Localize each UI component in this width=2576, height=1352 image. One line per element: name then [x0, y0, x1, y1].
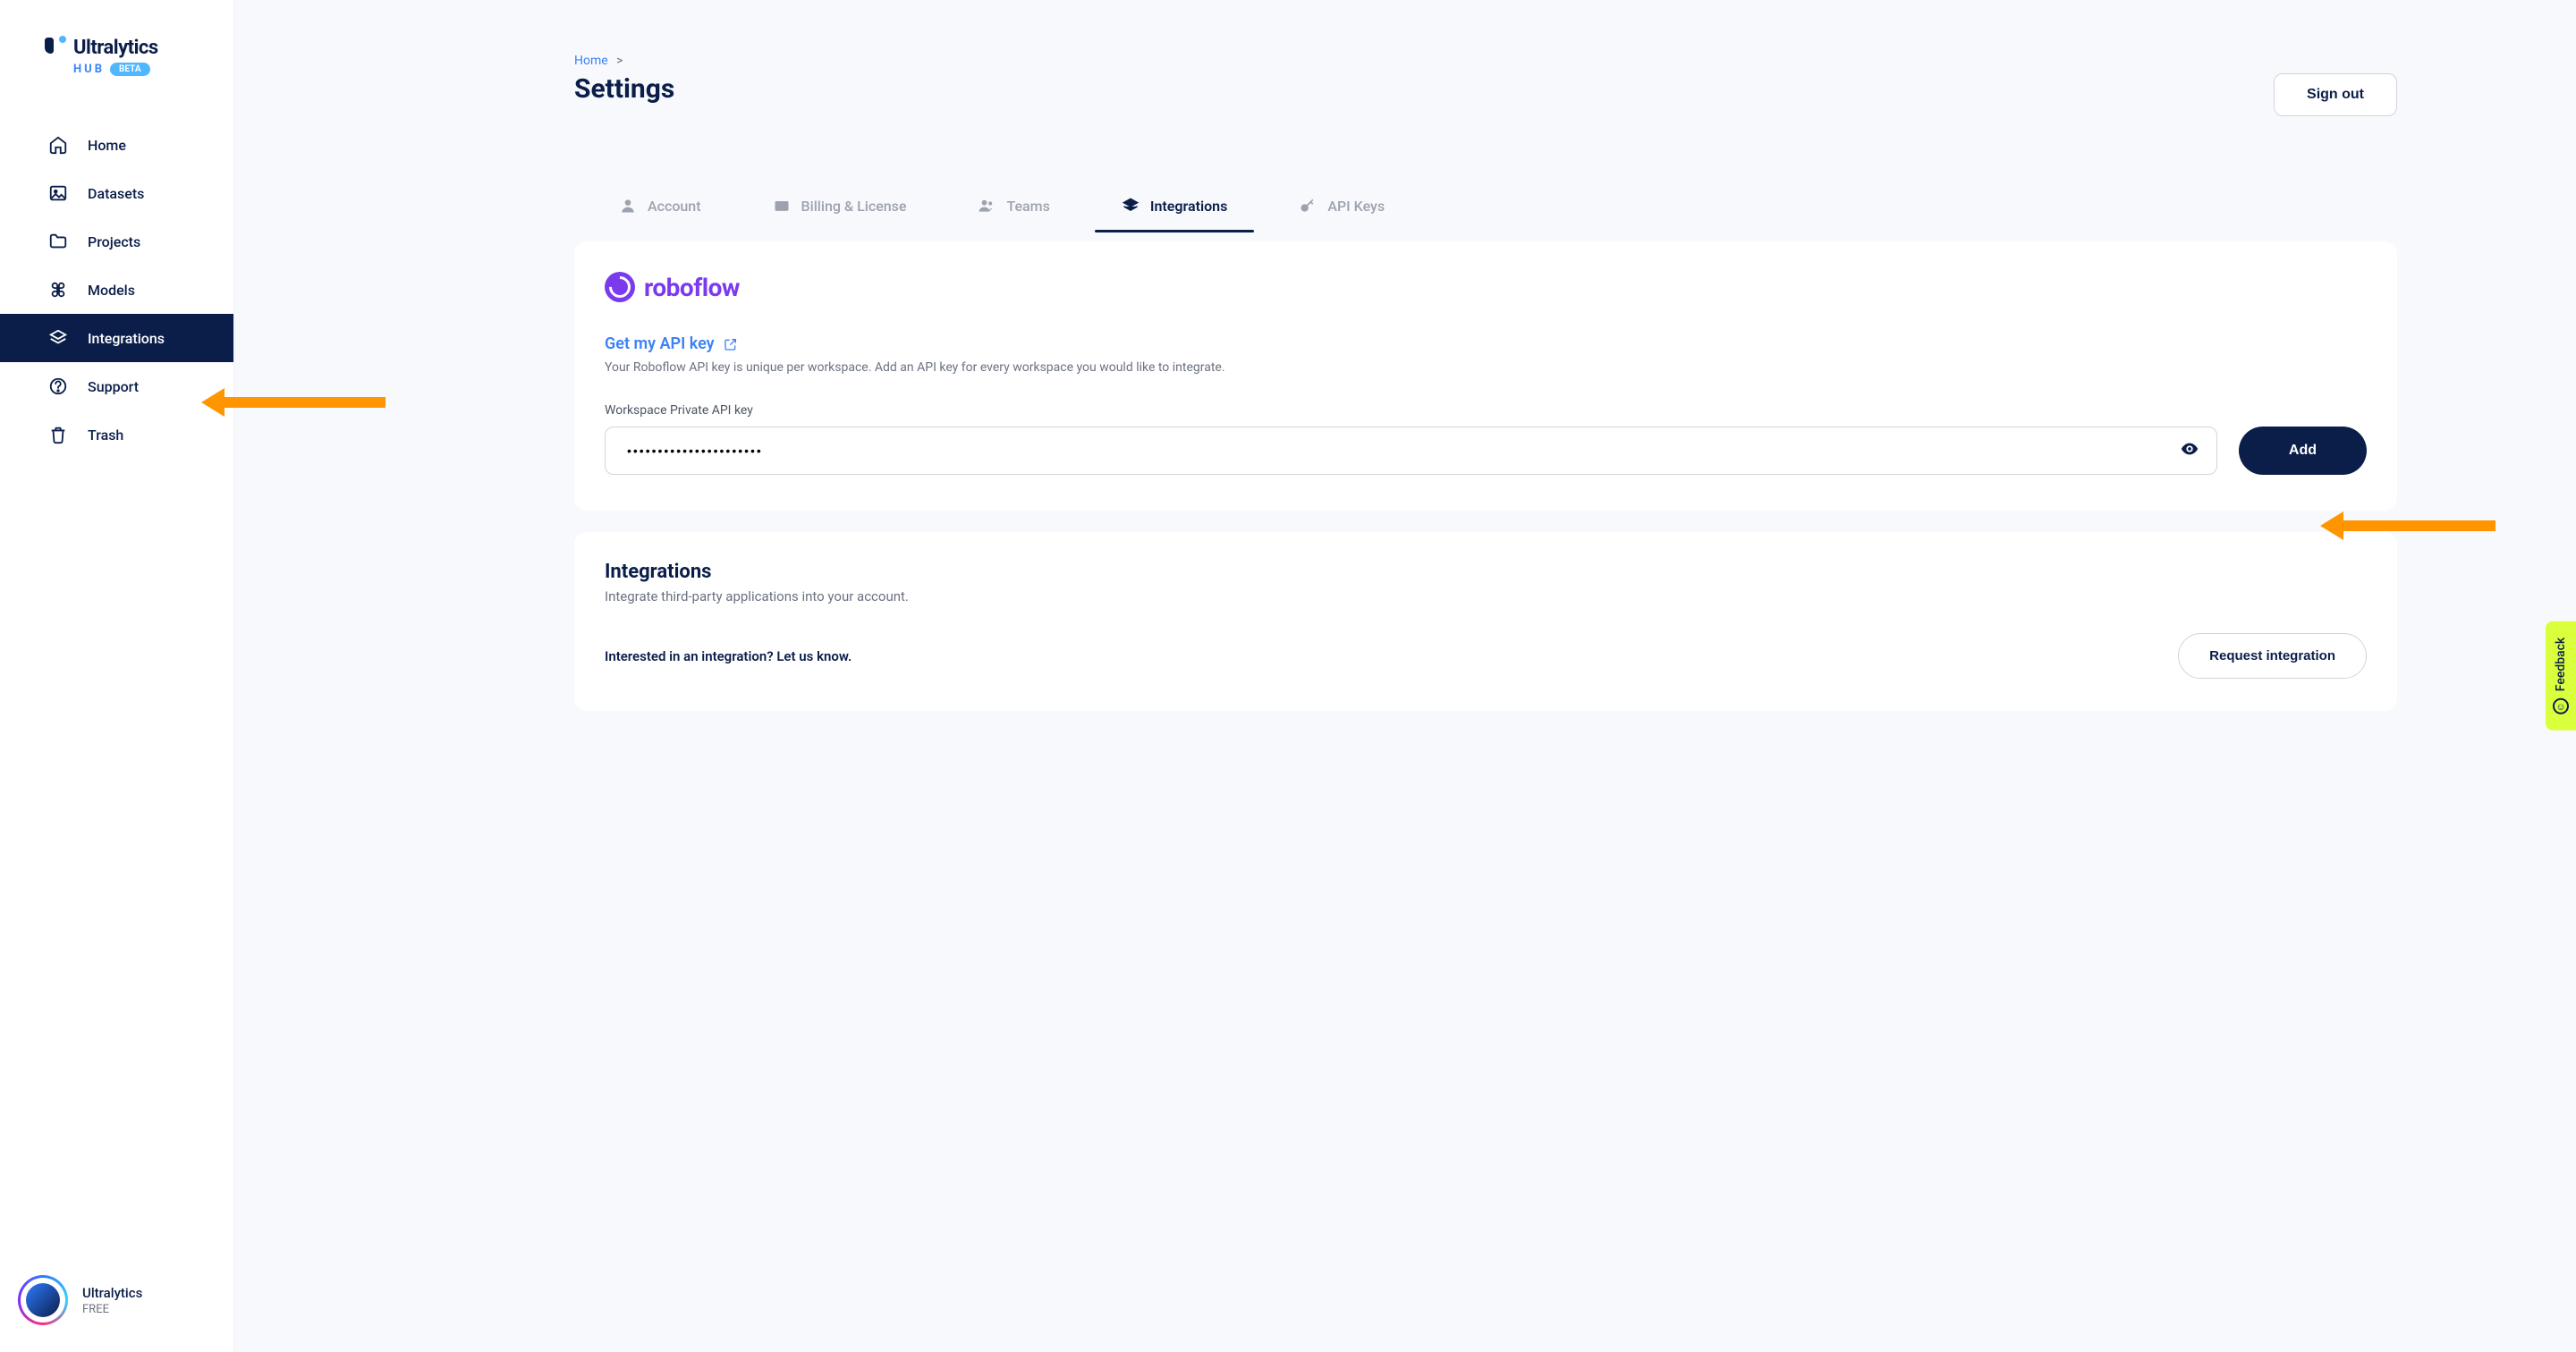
signout-button[interactable]: Sign out: [2274, 73, 2397, 116]
tab-integrations[interactable]: Integrations: [1122, 197, 1227, 232]
logo-mark-icon: [45, 36, 68, 59]
eye-icon[interactable]: [2180, 439, 2199, 462]
sidebar-item-datasets[interactable]: Datasets: [0, 169, 233, 217]
sidebar-item-projects[interactable]: Projects: [0, 217, 233, 266]
breadcrumb: Home >: [574, 54, 2397, 68]
sidebar-item-integrations[interactable]: Integrations: [0, 314, 233, 362]
beta-badge: BETA: [110, 63, 150, 76]
tab-label: Teams: [1006, 198, 1049, 215]
tab-label: Account: [648, 198, 701, 215]
tab-label: API Keys: [1327, 198, 1385, 215]
roboflow-mark-icon: [605, 272, 635, 302]
main-content: Home > Settings Sign out Account Billing…: [234, 0, 2576, 1352]
integrations-desc: Integrate third-party applications into …: [605, 588, 2367, 604]
sidebar-item-label: Trash: [88, 427, 123, 444]
sidebar-item-label: Datasets: [88, 185, 144, 202]
sidebar-item-label: Integrations: [88, 330, 165, 347]
sidebar-item-trash[interactable]: Trash: [0, 410, 233, 459]
roboflow-text: roboflow: [644, 273, 740, 302]
help-icon: [48, 376, 68, 396]
logo-brand-text: Ultralytics: [73, 37, 158, 59]
card-icon: [773, 197, 791, 215]
roboflow-card: roboflow Get my API key Your Roboflow AP…: [574, 241, 2397, 511]
sidebar-item-support[interactable]: Support: [0, 362, 233, 410]
command-icon: [48, 280, 68, 300]
layers-icon: [1122, 197, 1140, 215]
api-description: Your Roboflow API key is unique per work…: [605, 360, 2367, 375]
external-link-icon: [724, 337, 738, 351]
tab-account[interactable]: Account: [619, 197, 701, 232]
interest-text: Interested in an integration? Let us kno…: [605, 648, 852, 664]
input-label: Workspace Private API key: [605, 403, 2367, 418]
avatar: [18, 1275, 68, 1325]
user-footer[interactable]: Ultralytics FREE: [0, 1254, 233, 1352]
layers-icon: [48, 328, 68, 348]
tab-label: Billing & License: [801, 198, 907, 215]
user-name: Ultralytics: [82, 1285, 142, 1301]
smile-icon: ☺: [2553, 698, 2569, 714]
trash-icon: [48, 425, 68, 444]
breadcrumb-home[interactable]: Home: [574, 54, 608, 68]
breadcrumb-sep: >: [616, 54, 623, 68]
team-icon: [978, 197, 996, 215]
sidebar-item-label: Projects: [88, 233, 140, 250]
sidebar-item-label: Home: [88, 137, 126, 154]
tabs: Account Billing & License Teams Integrat…: [574, 197, 2397, 232]
roboflow-logo: roboflow: [605, 272, 2367, 302]
user-plan: FREE: [82, 1303, 142, 1316]
get-api-key-link[interactable]: Get my API key: [605, 334, 2367, 353]
api-key-input[interactable]: [605, 427, 2217, 475]
logo-sub-text: HUB: [73, 63, 105, 76]
sidebar-item-label: Models: [88, 282, 135, 299]
feedback-label: Feedback: [2554, 638, 2568, 691]
home-icon: [48, 135, 68, 155]
page-title: Settings: [574, 73, 674, 105]
sidebar-item-models[interactable]: Models: [0, 266, 233, 314]
tab-billing[interactable]: Billing & License: [773, 197, 907, 232]
sidebar-item-label: Support: [88, 378, 139, 395]
image-icon: [48, 183, 68, 203]
key-icon: [1299, 197, 1317, 215]
person-icon: [619, 197, 637, 215]
sidebar: Ultralytics HUB BETA Home Datasets Proje…: [0, 0, 234, 1352]
logo[interactable]: Ultralytics HUB BETA: [0, 0, 233, 103]
tab-teams[interactable]: Teams: [978, 197, 1049, 232]
add-button[interactable]: Add: [2239, 427, 2367, 475]
folder-icon: [48, 232, 68, 251]
nav: Home Datasets Projects Models Integratio…: [0, 103, 233, 1254]
integrations-card: Integrations Integrate third-party appli…: [574, 532, 2397, 711]
feedback-tab[interactable]: Feedback ☺: [2546, 621, 2576, 731]
integrations-title: Integrations: [605, 561, 2367, 583]
tab-label: Integrations: [1150, 198, 1227, 215]
sidebar-item-home[interactable]: Home: [0, 121, 233, 169]
api-link-text: Get my API key: [605, 334, 715, 353]
request-integration-button[interactable]: Request integration: [2178, 633, 2367, 679]
tab-apikeys[interactable]: API Keys: [1299, 197, 1385, 232]
